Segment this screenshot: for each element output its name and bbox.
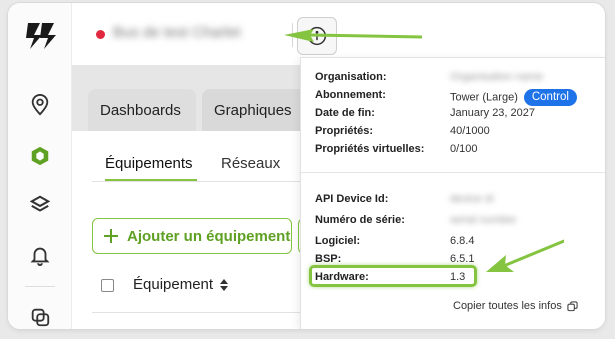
copy-icon bbox=[567, 300, 578, 311]
sidebar-divider bbox=[25, 286, 55, 287]
hardware-highlight bbox=[309, 265, 477, 287]
subtab-equipements[interactable]: Équipements bbox=[105, 155, 193, 172]
value-subscription: Tower (Large) Control bbox=[450, 89, 577, 106]
info-row-virtual-properties: Propriétés virtuelles: 0/100 bbox=[315, 143, 595, 159]
popover-divider bbox=[301, 172, 605, 173]
value-software: 6.8.4 bbox=[450, 235, 475, 247]
sort-icon bbox=[220, 278, 229, 291]
device-info-popover: Organisation: Organisation name Abonneme… bbox=[300, 57, 605, 329]
info-row-end-date: Date de fin: January 23, 2027 bbox=[315, 107, 595, 123]
value-virtual-properties: 0/100 bbox=[450, 143, 478, 155]
info-row-api-device-id: API Device Id: device id bbox=[315, 193, 595, 209]
label-serial: Numéro de série: bbox=[315, 214, 405, 226]
bell-icon[interactable] bbox=[28, 243, 52, 267]
device-title: Bus de test Charlet bbox=[113, 24, 241, 41]
copy-all-info-label: Copier toutes les infos bbox=[453, 300, 562, 312]
info-row-properties: Propriétés: 40/1000 bbox=[315, 125, 595, 141]
settings-cluster-icon[interactable] bbox=[28, 305, 52, 329]
label-organisation: Organisation: bbox=[315, 71, 387, 83]
value-serial: serial number bbox=[450, 214, 517, 226]
column-header-equipment[interactable]: Équipement bbox=[133, 276, 229, 293]
value-bsp: 6.5.1 bbox=[450, 253, 475, 265]
subscription-plan: Tower (Large) bbox=[450, 91, 518, 104]
label-api-device-id: API Device Id: bbox=[315, 193, 389, 205]
value-api-device-id: device id bbox=[450, 193, 494, 205]
label-subscription: Abonnement: bbox=[315, 89, 386, 101]
app-window: Bus de test Charlet Dashboards Graphique… bbox=[8, 3, 605, 329]
add-equipment-label: Ajouter un équipement bbox=[127, 227, 291, 245]
location-pin-icon[interactable] bbox=[28, 93, 52, 117]
label-software: Logiciel: bbox=[315, 235, 361, 247]
column-header-label: Équipement bbox=[133, 276, 214, 293]
tab-dashboards[interactable]: Dashboards bbox=[88, 89, 196, 131]
subtab-reseaux[interactable]: Réseaux bbox=[221, 155, 280, 172]
plus-icon bbox=[104, 229, 118, 243]
info-row-organisation: Organisation: Organisation name bbox=[315, 71, 595, 87]
annotation-arrow-hardware bbox=[486, 239, 564, 272]
add-equipment-button[interactable]: Ajouter un équipement bbox=[92, 218, 292, 254]
tab-graphiques[interactable]: Graphiques bbox=[202, 89, 312, 131]
copy-all-info-link[interactable]: Copier toutes les infos bbox=[453, 300, 578, 312]
label-end-date: Date de fin: bbox=[315, 107, 375, 119]
logo-icon[interactable] bbox=[22, 20, 58, 52]
info-row-serial: Numéro de série: serial number bbox=[315, 214, 595, 230]
label-bsp: BSP: bbox=[315, 253, 342, 265]
value-organisation: Organisation name bbox=[450, 71, 543, 83]
value-properties: 40/1000 bbox=[450, 125, 490, 137]
value-end-date: January 23, 2027 bbox=[450, 107, 536, 119]
sidebar bbox=[8, 3, 72, 329]
status-dot bbox=[96, 30, 105, 39]
control-badge: Control bbox=[523, 89, 577, 106]
cube-icon[interactable] bbox=[28, 144, 52, 168]
layers-icon[interactable] bbox=[28, 193, 52, 217]
select-all-checkbox[interactable] bbox=[101, 279, 114, 292]
label-properties: Propriétés: bbox=[315, 125, 374, 137]
info-row-subscription: Abonnement: Tower (Large) Control bbox=[315, 89, 595, 106]
annotation-arrow-info bbox=[284, 29, 422, 42]
label-virtual-properties: Propriétés virtuelles: bbox=[315, 143, 425, 155]
